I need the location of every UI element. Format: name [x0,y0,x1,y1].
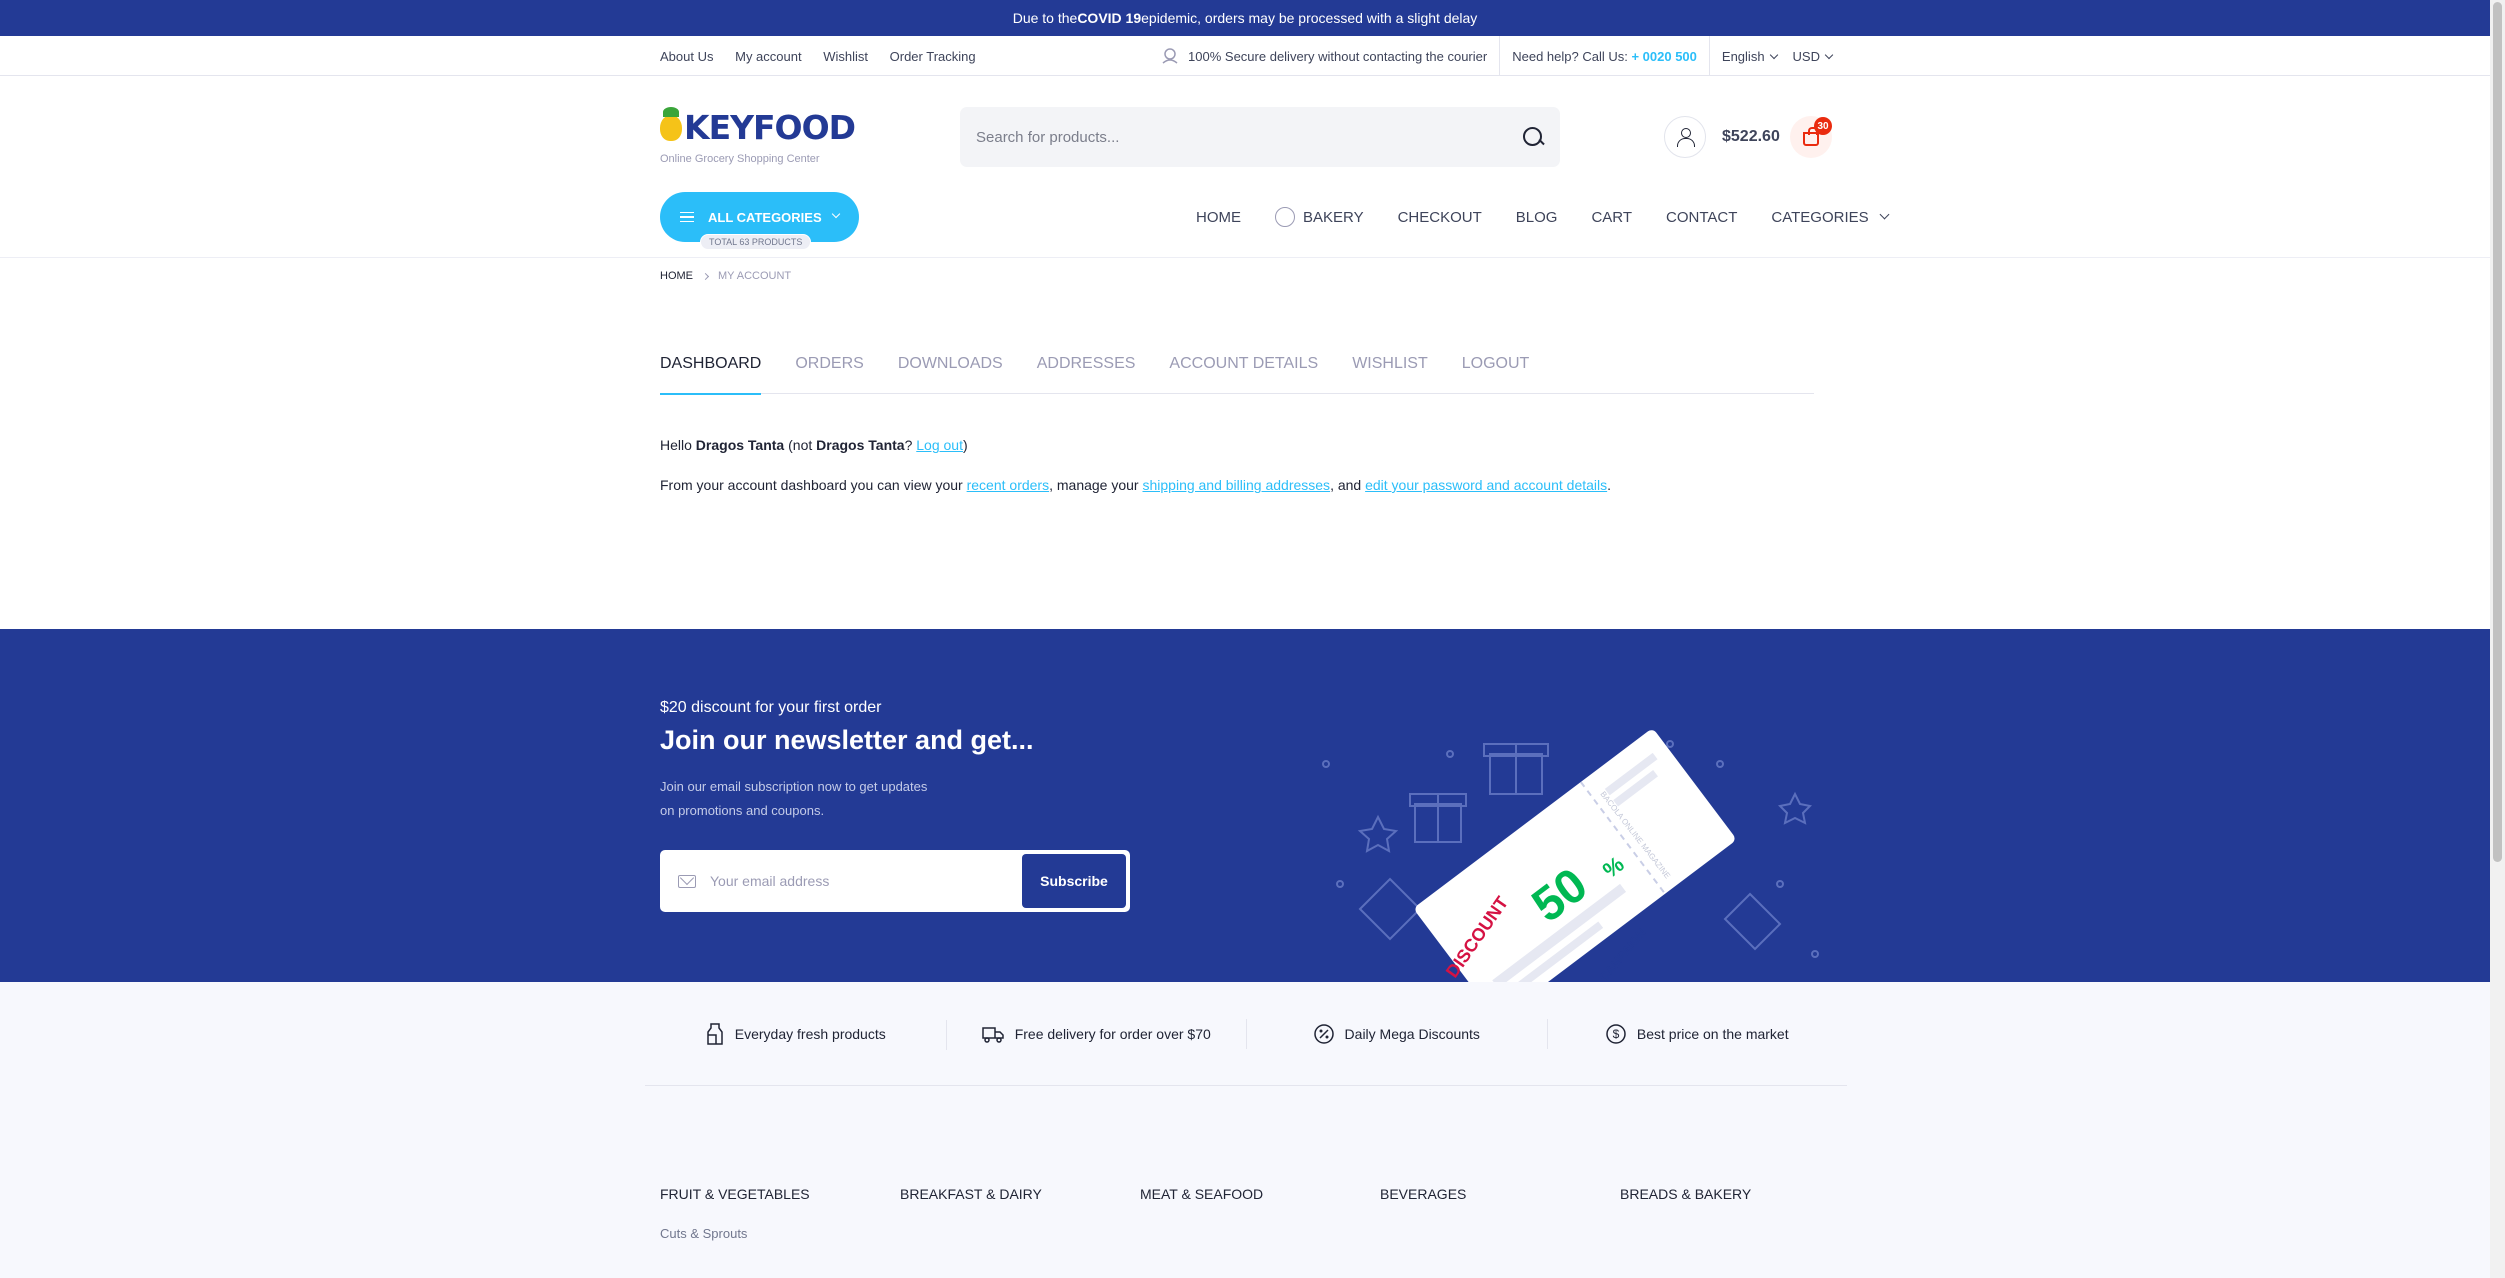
delivery-truck-icon [981,1026,1004,1043]
breadcrumb: HOME MY ACCOUNT [660,270,791,282]
addresses-link[interactable]: shipping and billing addresses [1142,477,1330,493]
nav-contact[interactable]: CONTACT [1666,209,1737,226]
chevron-down-icon [1879,209,1890,219]
topbar: About Us My account Wishlist Order Track… [0,36,2490,76]
tab-addresses[interactable]: ADDRESSES [1037,354,1136,394]
all-categories-label: ALL CATEGORIES [708,209,822,225]
currency-select[interactable]: USD [1793,49,1834,64]
footer-categories: FRUIT & VEGETABLES BREAKFAST & DAIRY MEA… [660,1186,1860,1202]
nav-blog[interactable]: BLOG [1516,209,1558,226]
newsletter-title: Join our newsletter and get... [660,725,1034,755]
tab-wishlist[interactable]: WISHLIST [1352,354,1428,394]
account-tabs: DASHBOARD ORDERS DOWNLOADS ADDRESSES ACC… [660,354,1814,395]
dashboard-greeting: Hello Dragos Tanta (not Dragos Tanta? Lo… [660,437,968,453]
coupon-illustration: 50 % DISCOUNT CAMPAIGN BACOLA ONLINE MAG… [1322,730,1819,982]
bakery-icon [1275,207,1295,227]
page-scrollbar[interactable] [2490,0,2505,1278]
dashboard-description: From your account dashboard you can view… [660,477,1612,493]
breadcrumb-home[interactable]: HOME [660,270,693,282]
nav-home[interactable]: HOME [1196,209,1241,226]
topbar-right: 100% Secure delivery without contacting … [1160,36,1834,76]
top-announcement-banner: Due to the COVID 19 epidemic, orders may… [0,0,2490,36]
breadcrumb-current: MY ACCOUNT [718,270,792,282]
total-products-badge: TOTAL 63 PRODUCTS [700,234,812,250]
chevron-down-icon [831,209,841,219]
mail-icon [678,874,696,888]
logout-link[interactable]: Log out [916,437,963,453]
newsletter-description: Join our email subscription now to get u… [660,779,928,818]
newsletter-subtitle: $20 discount for your first order [660,699,882,716]
dollar-coin-icon: $ [1606,1023,1626,1044]
banner-bold: COVID 19 [1077,10,1142,26]
footer-category-beverages[interactable]: BEVERAGES [1380,1186,1620,1202]
feature-item: Free delivery for order over $70 [945,1019,1247,1050]
scrollbar-thumb[interactable] [2493,2,2502,862]
banner-prefix: Due to the [1012,10,1078,26]
pineapple-icon [660,106,682,141]
tab-logout[interactable]: LOGOUT [1462,354,1530,394]
footer-link-cuts-sprouts[interactable]: Cuts & Sprouts [660,1226,747,1241]
chevron-right-icon [701,272,710,280]
brand-name: KEYFOOD [684,108,856,147]
banner-suffix: epidemic, orders may be processed with a… [1141,10,1478,26]
brand-tagline: Online Grocery Shopping Center [660,153,820,165]
language-select[interactable]: English [1722,49,1778,64]
features-row: Everyday fresh products Free delivery fo… [645,982,1847,1086]
cart-total: $522.60 [1722,128,1780,145]
shopping-bag-icon [1803,127,1819,146]
site-logo[interactable]: KEYFOOD Online Grocery Shopping Center [660,106,856,165]
search-input[interactable] [976,128,1522,146]
chevron-down-icon [1824,50,1834,59]
about-us-link[interactable]: About Us [660,49,713,64]
my-account-link[interactable]: My account [735,49,801,64]
nav-bakery[interactable]: BAKERY [1275,207,1364,227]
newsletter-form: Subscribe [660,850,1130,912]
email-input[interactable] [710,873,1022,889]
nav-categories[interactable]: CATEGORIES [1771,209,1890,226]
tab-downloads[interactable]: DOWNLOADS [898,354,1003,394]
feature-item: Everyday fresh products [645,1022,946,1046]
user-name: Dragos Tanta [695,437,785,453]
features-section: Everyday fresh products Free delivery fo… [0,982,2490,1278]
footer-category-fruit[interactable]: FRUIT & VEGETABLES [660,1186,900,1202]
account-details-link[interactable]: edit your password and account details [1365,477,1607,493]
search-bar [960,107,1560,167]
footer-category-breads[interactable]: BREADS & BAKERY [1620,1186,1860,1202]
order-tracking-link[interactable]: Order Tracking [890,49,976,64]
subscribe-button[interactable]: Subscribe [1022,854,1126,908]
secure-delivery-text: 100% Secure delivery without contacting … [1188,48,1488,64]
newsletter-section: $20 discount for your first order Join o… [0,629,2490,982]
feature-item: $ Best price on the market [1546,1018,1848,1049]
discount-badge-icon [1313,1023,1334,1044]
phone-link[interactable]: + 0020 500 [1631,49,1696,64]
nav-cart[interactable]: CART [1591,209,1632,226]
tab-account-details[interactable]: ACCOUNT DETAILS [1169,354,1318,394]
topbar-links: About Us My account Wishlist Order Track… [660,49,994,64]
footer-category-meat[interactable]: MEAT & SEAFOOD [1140,1186,1380,1202]
recent-orders-link[interactable]: recent orders [967,477,1049,493]
chevron-down-icon [1769,50,1778,59]
search-icon[interactable] [1522,126,1544,148]
main-nav: HOME BAKERY CHECKOUT BLOG CART CONTACT C… [1196,192,1890,242]
delivery-icon [1160,47,1180,65]
nav-checkout[interactable]: CHECKOUT [1398,209,1482,226]
svg-text:$: $ [1613,1027,1620,1041]
menu-icon [680,212,694,222]
tab-dashboard[interactable]: DASHBOARD [660,354,762,395]
tab-orders[interactable]: ORDERS [795,354,863,394]
account-button[interactable] [1664,116,1706,158]
header-divider [0,257,2490,258]
help-label: Need help? Call Us: [1512,48,1628,64]
user-icon [1677,128,1695,147]
wishlist-link[interactable]: Wishlist [823,49,868,64]
cart-count-badge: 30 [1814,117,1832,135]
feature-item: Daily Mega Discounts [1246,1018,1547,1049]
milk-bottle-icon [707,1022,723,1045]
footer-category-breakfast[interactable]: BREAKFAST & DAIRY [900,1186,1140,1202]
